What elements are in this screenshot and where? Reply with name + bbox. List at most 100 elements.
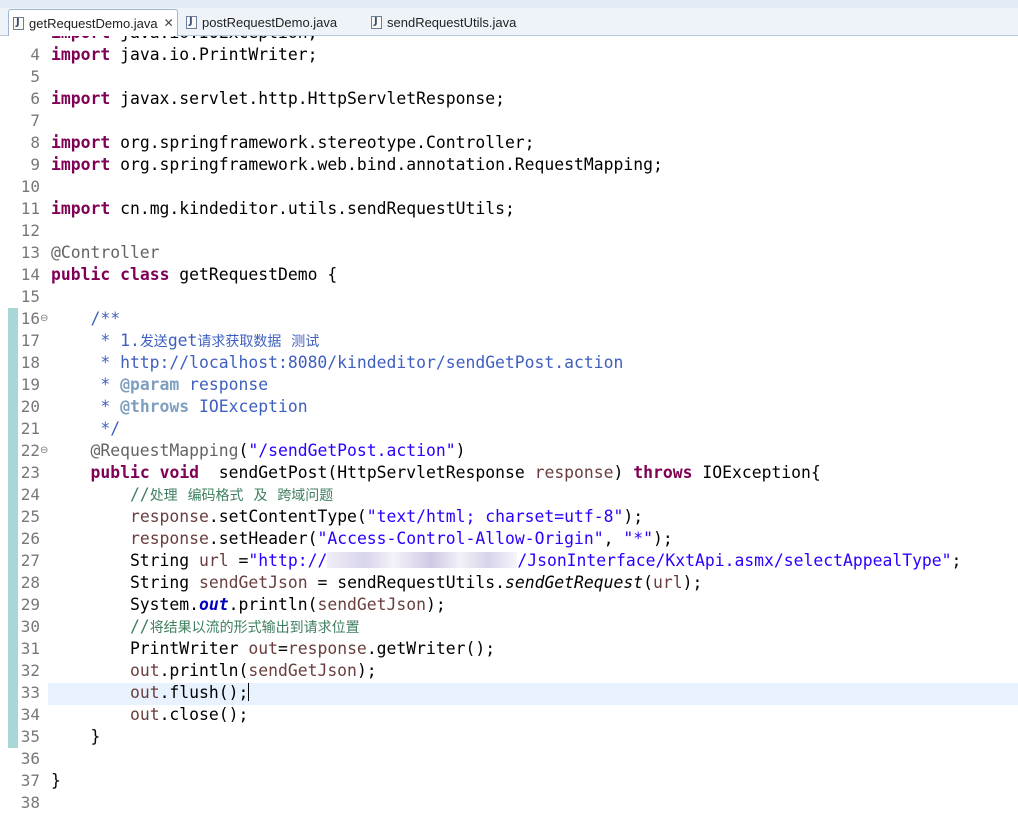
java-file-icon xyxy=(186,16,197,29)
line-number: 38 xyxy=(20,793,40,812)
java-file-icon xyxy=(13,16,24,30)
code-text: //将结果以流的形式输出到请求位置 xyxy=(51,617,360,636)
code-line[interactable]: 29 System.out.println(sendGetJson); xyxy=(0,594,1018,616)
fold-collapse-icon[interactable]: ⊖ xyxy=(40,308,48,330)
code-line[interactable]: 12 xyxy=(0,220,1018,242)
line-number: 18 xyxy=(20,353,40,372)
line-number: 14 xyxy=(20,265,40,284)
line-number: 10 xyxy=(20,177,40,196)
line-number: 22 xyxy=(20,441,40,460)
code-text: response.setHeader("Access-Control-Allow… xyxy=(129,529,673,548)
tab-getrequestdemo[interactable]: getRequestDemo.java ✕ xyxy=(8,9,178,36)
code-text: out.close(); xyxy=(129,705,249,724)
code-line[interactable]: 22 ⊖ @RequestMapping("/sendGetPost.action… xyxy=(0,440,1018,462)
code-line[interactable]: 17 * 1.发送get请求获取数据 测试 xyxy=(0,330,1018,352)
code-text: import org.springframework.web.bind.anno… xyxy=(51,155,663,174)
line-number: 5 xyxy=(30,67,40,86)
code-line[interactable]: 23 public void sendGetPost(HttpServletRe… xyxy=(0,462,1018,484)
line-number: 37 xyxy=(20,771,40,790)
code-line[interactable]: 6 import javax.servlet.http.HttpServletRe… xyxy=(0,88,1018,110)
code-line[interactable]: 25 response.setContentType("text/html; c… xyxy=(0,506,1018,528)
code-line[interactable]: 38 xyxy=(0,792,1018,814)
fold-collapse-icon[interactable]: ⊖ xyxy=(40,440,48,462)
code-line[interactable]: 26 response.setHeader("Access-Control-Al… xyxy=(0,528,1018,550)
editor-tab-bar: getRequestDemo.java ✕ postRequestDemo.ja… xyxy=(0,0,1018,36)
code-line[interactable]: 19 * @param response xyxy=(0,374,1018,396)
code-text: out.flush(); xyxy=(129,683,250,702)
line-number: 20 xyxy=(20,397,40,416)
line-number: 11 xyxy=(20,199,40,218)
code-line[interactable]: 20 * @throws IOException xyxy=(0,396,1018,418)
line-number: 31 xyxy=(20,639,40,658)
code-line[interactable]: 28 String sendGetJson = sendRequestUtils… xyxy=(0,572,1018,594)
line-number: 26 xyxy=(20,529,40,548)
code-text: import org.springframework.stereotype.Co… xyxy=(51,133,535,152)
line-number: 24 xyxy=(20,485,40,504)
code-line[interactable]: 31 PrintWriter out=response.getWriter(); xyxy=(0,638,1018,660)
redacted-url-segment xyxy=(327,552,518,568)
code-line[interactable]: 33 out.flush(); xyxy=(0,682,1018,704)
code-text: * @param response xyxy=(51,375,269,394)
code-text: response.setContentType("text/html; char… xyxy=(129,507,644,526)
tab-label: sendRequestUtils.java xyxy=(387,15,517,30)
code-line[interactable]: 24 //处理 编码格式 及 跨域问题 xyxy=(0,484,1018,506)
code-text: //处理 编码格式 及 跨域问题 xyxy=(51,485,334,504)
code-line[interactable]: 11 import cn.mg.kindeditor.utils.sendRequ… xyxy=(0,198,1018,220)
code-line[interactable]: 35 } xyxy=(0,726,1018,748)
text-caret xyxy=(248,683,250,701)
code-line[interactable]: 4 import java.io.PrintWriter; xyxy=(0,44,1018,66)
line-number: 15 xyxy=(20,287,40,306)
code-text: @Controller xyxy=(51,243,160,262)
code-text: } xyxy=(51,727,101,746)
code-line[interactable]: 15 xyxy=(0,286,1018,308)
tab-bar-top-stripe xyxy=(0,0,1018,8)
code-line[interactable]: 27 String url ="http:///JsonInterface/Kx… xyxy=(0,550,1018,572)
code-text: import java.io.PrintWriter; xyxy=(51,45,318,64)
code-line[interactable]: 16 ⊖ /** xyxy=(0,308,1018,330)
line-number: 33 xyxy=(20,683,40,702)
line-number: 19 xyxy=(20,375,40,394)
code-text: @RequestMapping("/sendGetPost.action") xyxy=(51,441,466,460)
code-line[interactable]: 37} xyxy=(0,770,1018,792)
code-text: String url ="http:///JsonInterface/KxtAp… xyxy=(51,551,962,570)
line-number: 21 xyxy=(20,419,40,438)
code-text: import javax.servlet.http.HttpServletRes… xyxy=(51,89,505,108)
tab-sendrequestutils[interactable]: sendRequestUtils.java xyxy=(371,9,531,36)
line-number: 16 xyxy=(20,309,40,328)
code-line[interactable]: 34 out.close(); xyxy=(0,704,1018,726)
line-number: 6 xyxy=(30,89,40,108)
line-number: 30 xyxy=(20,617,40,636)
line-number: 7 xyxy=(30,111,40,130)
code-text: PrintWriter out=response.getWriter(); xyxy=(51,639,496,658)
java-file-icon xyxy=(371,16,382,29)
code-text: * 1.发送get请求获取数据 测试 xyxy=(51,331,320,350)
code-text: * @throws IOException xyxy=(51,397,308,416)
line-number: 27 xyxy=(20,551,40,570)
tab-label: postRequestDemo.java xyxy=(202,15,338,30)
code-line[interactable]: 7 xyxy=(0,110,1018,132)
close-tab-icon[interactable]: ✕ xyxy=(164,16,174,30)
line-number: 32 xyxy=(20,661,40,680)
line-number: 13 xyxy=(20,243,40,262)
code-text: } xyxy=(51,771,61,790)
code-line[interactable]: 30 //将结果以流的形式输出到请求位置 xyxy=(0,616,1018,638)
code-editor[interactable]: import java.io.IOException;4import java.… xyxy=(0,36,1018,819)
line-number: 12 xyxy=(20,221,40,240)
tab-postrequestdemo[interactable]: postRequestDemo.java xyxy=(186,9,356,36)
code-line[interactable]: 5 xyxy=(0,66,1018,88)
code-line[interactable]: 13 @Controller xyxy=(0,242,1018,264)
code-text: public void sendGetPost(HttpServletRespo… xyxy=(90,463,821,482)
code-text: out.println(sendGetJson); xyxy=(129,661,377,680)
code-text: /** xyxy=(51,309,121,328)
line-number: 9 xyxy=(30,155,40,174)
code-line[interactable]: 14 public class getRequestDemo { xyxy=(0,264,1018,286)
code-line[interactable]: 10 xyxy=(0,176,1018,198)
code-line[interactable]: 21 */ xyxy=(0,418,1018,440)
code-line[interactable]: 18 * http://localhost:8080/kindeditor/se… xyxy=(0,352,1018,374)
code-line[interactable]: 8 import org.springframework.stereotype.C… xyxy=(0,132,1018,154)
code-line[interactable]: 9 import org.springframework.web.bind.ann… xyxy=(0,154,1018,176)
line-number: 8 xyxy=(30,133,40,152)
code-line[interactable]: 36 xyxy=(0,748,1018,770)
code-text: String sendGetJson = sendRequestUtils.se… xyxy=(51,573,703,592)
code-line[interactable]: 32 out.println(sendGetJson); xyxy=(0,660,1018,682)
